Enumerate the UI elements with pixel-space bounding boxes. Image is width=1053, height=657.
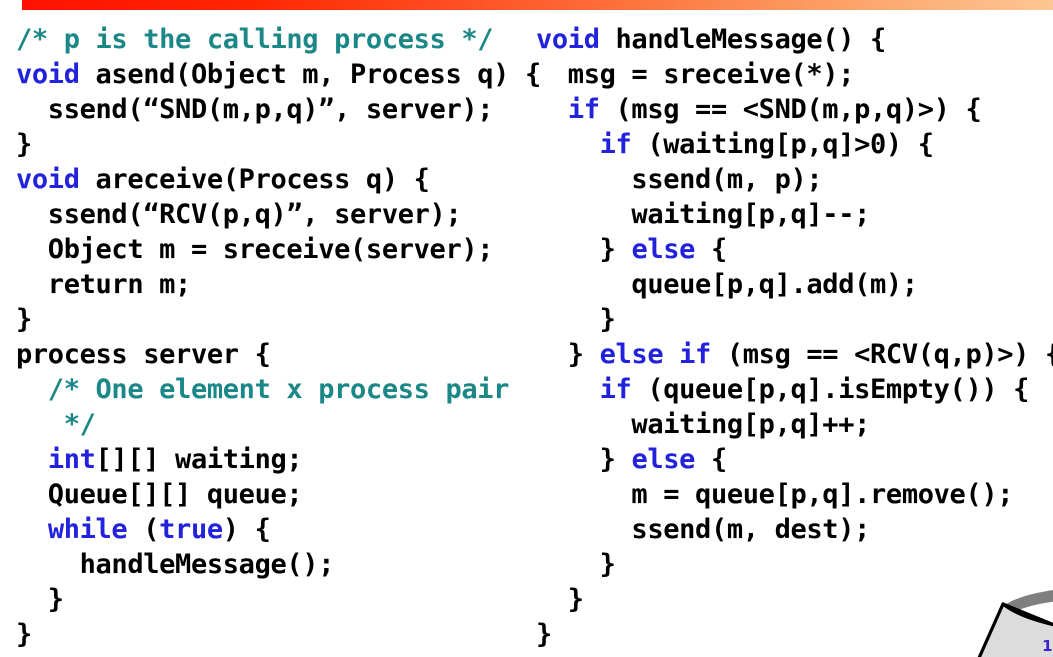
code-token-pl: ) { [222, 514, 271, 545]
code-token-pl: handleMessage(); [16, 549, 335, 580]
code-line: void asend(Object m, Process q) { [16, 57, 541, 92]
code-line: void handleMessage() { [536, 22, 1053, 57]
code-line: queue[p,q].add(m); [536, 267, 1053, 302]
code-line: Queue[][] queue; [16, 477, 536, 512]
code-line: } [536, 582, 1053, 617]
code-token-pl: process server { [16, 339, 271, 370]
code-token-kw: else [631, 444, 696, 475]
code-token-pl: waiting[p,q]--; [536, 199, 871, 230]
code-token-kw: else if [599, 339, 712, 370]
code-token-pl: handleMessage() { [599, 24, 887, 55]
code-line: Object m = sreceive(server); [16, 232, 536, 267]
code-token-pl: } [536, 619, 552, 650]
code-token-pl: } [536, 304, 616, 335]
code-token-cmt: /* p is the calling process */ [16, 24, 494, 55]
code-line: m = queue[p,q].remove(); [536, 477, 1053, 512]
code-token-pl: queue[p,q].add(m); [536, 269, 918, 300]
code-line: } [16, 302, 536, 337]
code-token-cmt: */ [16, 409, 96, 440]
code-token-pl: asend(Object m, Process q) { [79, 59, 542, 90]
code-token-pl: } [16, 129, 32, 160]
code-token-pl: areceive(Process q) { [79, 164, 430, 195]
code-line: handleMessage(); [16, 547, 536, 582]
code-line: if (waiting[p,q]>0) { [536, 127, 1053, 162]
code-line: } [16, 582, 536, 617]
code-line: /* One element x process pair [16, 372, 536, 407]
code-token-pl: (queue[p,q].isEmpty()) { [631, 374, 1030, 405]
code-token-kw: if [599, 129, 632, 160]
code-token-kw: int [47, 444, 96, 475]
code-line: } [536, 617, 1053, 652]
code-token-pl: (waiting[p,q]>0) { [631, 129, 934, 160]
code-line: } [536, 302, 1053, 337]
code-line: while (true) { [16, 512, 536, 547]
code-token-pl: } [536, 234, 632, 265]
code-token-pl: (msg == <SND(m,p,q)>) { [599, 94, 982, 125]
code-line: int[][] waiting; [16, 442, 536, 477]
code-line: ssend(“RCV(p,q)”, server); [16, 197, 536, 232]
code-token-pl: ssend(“SND(m,p,q)”, server); [16, 94, 494, 125]
code-line: waiting[p,q]++; [536, 407, 1053, 442]
code-token-kw: if [599, 374, 632, 405]
code-line: ssend(“SND(m,p,q)”, server); [16, 92, 536, 127]
code-line: if (queue[p,q].isEmpty()) { [536, 372, 1053, 407]
code-line: ssend(m, dest); [536, 512, 1053, 547]
code-line: if (msg == <SND(m,p,q)>) { [536, 92, 1053, 127]
code-token-kw: if [567, 94, 600, 125]
code-token-pl: [][] waiting; [95, 444, 303, 475]
code-line: process server { [16, 337, 536, 372]
code-token-pl: ssend(m, dest); [536, 514, 871, 545]
code-token-pl: } [536, 549, 616, 580]
code-token-kw: true [159, 514, 223, 545]
code-token-pl: { [695, 234, 727, 265]
code-token-pl: } [536, 444, 632, 475]
code-token-pl: } [16, 619, 32, 650]
accent-gradient-bar [22, 0, 1053, 10]
code-token-kw: void [16, 59, 80, 90]
code-token-kw: else [631, 234, 696, 265]
code-line: waiting[p,q]--; [536, 197, 1053, 232]
code-token-kw: void [16, 164, 80, 195]
code-token-kw: while [47, 514, 128, 545]
code-line: /* p is the calling process */ [16, 22, 536, 57]
code-token-pl: } [16, 584, 64, 615]
code-token-pl: ( [127, 514, 160, 545]
code-token-pl: ssend(m, p); [536, 164, 823, 195]
slide-canvas: /* p is the calling process */void asend… [0, 0, 1053, 657]
code-token-kw: void [536, 24, 600, 55]
code-token-pl: { [695, 444, 727, 475]
code-token-pl: return m; [16, 269, 192, 300]
code-token-pl: msg = sreceive(*); [536, 59, 855, 90]
code-line: */ [16, 407, 536, 442]
code-line: } [16, 127, 536, 162]
code-token-pl: waiting[p,q]++; [536, 409, 871, 440]
code-token-cmt: /* One element x process pair [16, 374, 510, 405]
code-token-pl: m = queue[p,q].remove(); [536, 479, 1014, 510]
code-line: ssend(m, p); [536, 162, 1053, 197]
code-token-pl: Queue[][] queue; [16, 479, 303, 510]
code-block-right: void handleMessage() { msg = sreceive(*)… [536, 22, 1053, 652]
code-line: return m; [16, 267, 536, 302]
page-number: 1 [1042, 637, 1052, 655]
code-line: } else if (msg == <RCV(q,p)>) { [536, 337, 1053, 372]
code-token-pl: (msg == <RCV(q,p)>) { [710, 339, 1053, 370]
code-token-pl: ssend(“RCV(p,q)”, server); [16, 199, 462, 230]
code-token-pl: Object m = sreceive(server); [16, 234, 494, 265]
code-line: } else { [536, 232, 1053, 267]
code-line: void areceive(Process q) { [16, 162, 536, 197]
code-token-pl: } [16, 304, 32, 335]
code-line: msg = sreceive(*); [536, 57, 1053, 92]
code-line: } else { [536, 442, 1053, 477]
code-line: } [16, 617, 536, 652]
code-token-pl: } [536, 584, 584, 615]
code-line: } [536, 547, 1053, 582]
code-token-pl: } [536, 339, 600, 370]
code-block-left: /* p is the calling process */void asend… [16, 22, 541, 652]
